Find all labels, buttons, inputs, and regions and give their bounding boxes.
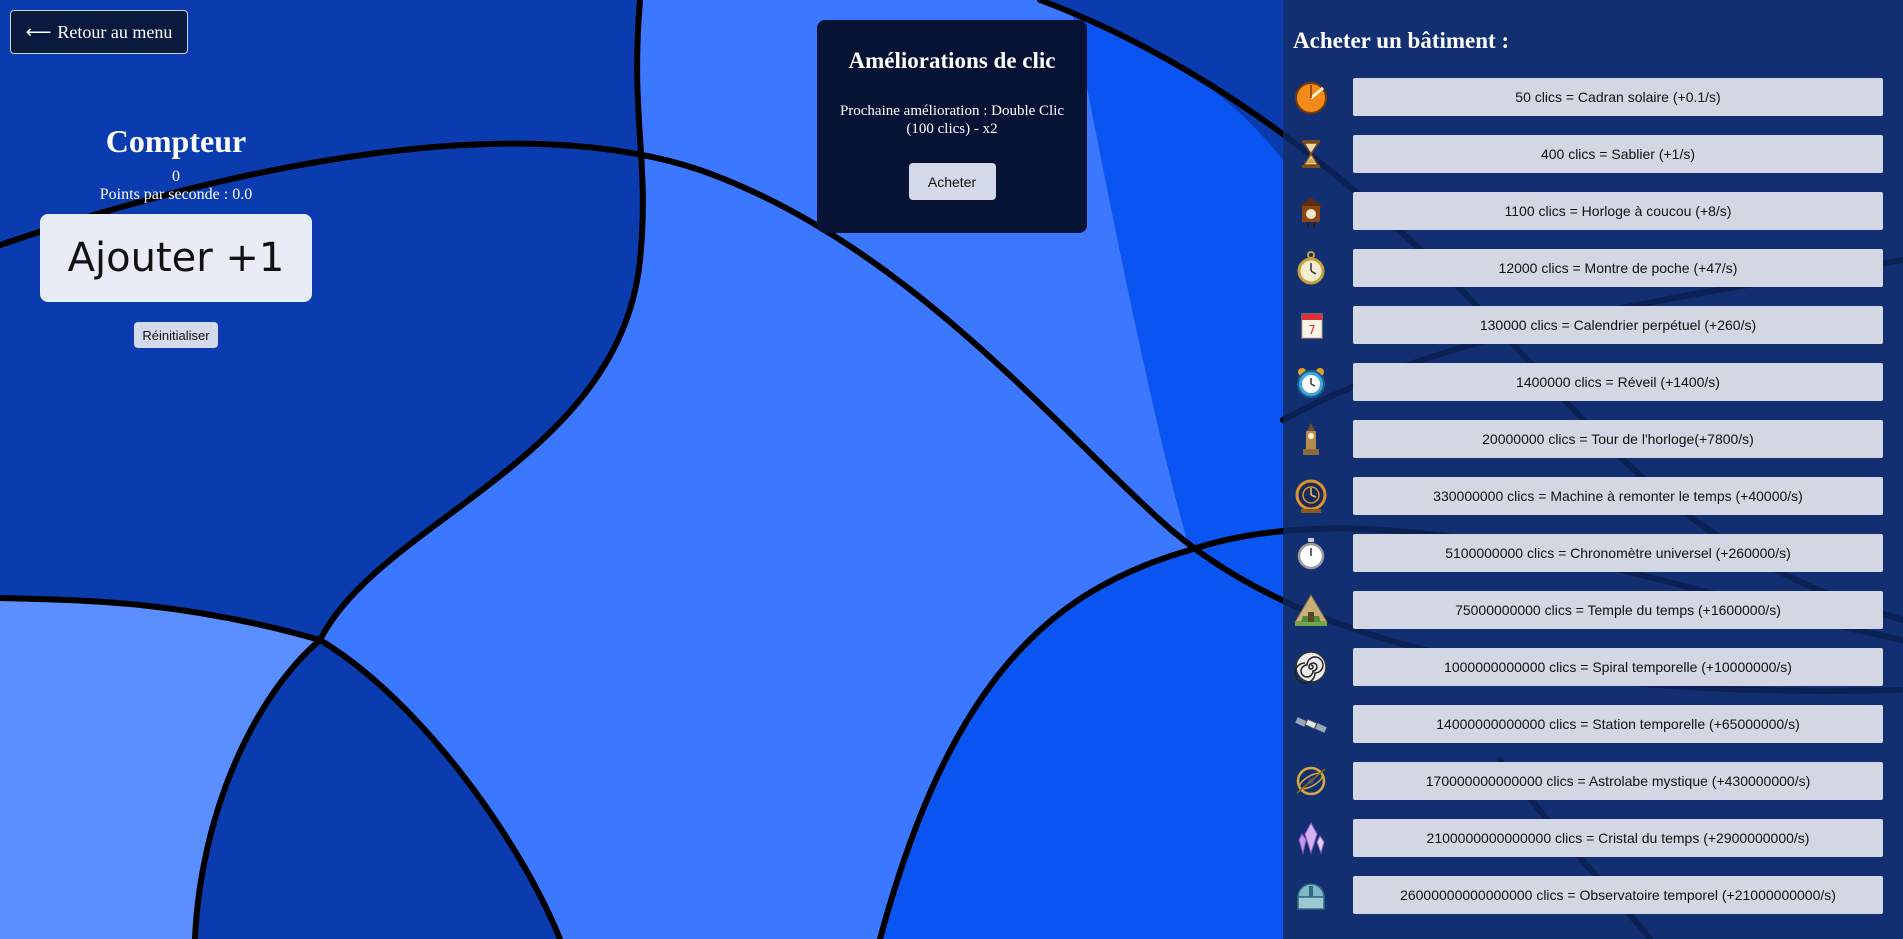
arrow-left-icon: ⟵ <box>25 21 52 43</box>
buy-building-button[interactable]: 5100000000 clics = Chronomètre universel… <box>1353 534 1883 572</box>
calendar-icon: 7 <box>1301 313 1323 339</box>
back-to-menu-label: Retour au menu <box>57 21 173 42</box>
back-to-menu-button[interactable]: ⟵ Retour au menu <box>10 10 188 54</box>
shop-item: 20000000 clics = Tour de l'horloge(+7800… <box>1293 420 1883 458</box>
buy-building-button[interactable]: 75000000000 clics = Temple du temps (+16… <box>1353 591 1883 629</box>
shop-item: 330000000 clics = Machine à remonter le … <box>1293 477 1883 515</box>
counter-title: Compteur <box>105 123 247 159</box>
buy-building-button[interactable]: 1400000 clics = Réveil (+1400/s) <box>1353 363 1883 401</box>
alarm-clock-icon <box>1297 368 1325 398</box>
shop-item: 1000000000000 clics = Spiral temporelle … <box>1293 648 1883 686</box>
click-upgrades-panel: Améliorations de clic Prochaine améliora… <box>817 20 1087 233</box>
sundial-icon <box>1295 82 1327 114</box>
shop-item: 5100000000 clics = Chronomètre universel… <box>1293 534 1883 572</box>
buy-upgrade-button[interactable]: Acheter <box>908 163 996 200</box>
buy-building-button[interactable]: 2100000000000000 clics = Cristal du temp… <box>1353 819 1883 857</box>
astrolabe-icon <box>1296 766 1326 796</box>
shop-item: 170000000000000 clics = Astrolabe mystiq… <box>1293 762 1883 800</box>
shop-item: 50 clics = Cadran solaire (+0.1/s) <box>1293 78 1883 116</box>
shop-item: 75000000000 clics = Temple du temps (+16… <box>1293 591 1883 629</box>
crystal-icon <box>1298 821 1325 855</box>
pocket-watch-icon <box>1297 251 1325 285</box>
buy-building-button[interactable]: 1100 clics = Horloge à coucou (+8/s) <box>1353 192 1883 230</box>
buy-building-button[interactable]: 14000000000000 clics = Station temporell… <box>1353 705 1883 743</box>
buy-building-button[interactable]: 26000000000000000 clics = Observatoire t… <box>1353 876 1883 914</box>
add-point-button[interactable]: Ajouter +1 <box>40 214 312 302</box>
clock-tower-icon <box>1303 423 1319 455</box>
buy-building-button[interactable]: 400 clics = Sablier (+1/s) <box>1353 135 1883 173</box>
observatory-icon <box>1297 883 1325 910</box>
buy-building-button[interactable]: 330000000 clics = Machine à remonter le … <box>1353 477 1883 515</box>
shop-item: 400 clics = Sablier (+1/s) <box>1293 135 1883 173</box>
building-shop-panel: Acheter un bâtiment : 50 clics = Cadran … <box>1283 0 1903 939</box>
shop-item: 14000000000000 clics = Station temporell… <box>1293 705 1883 743</box>
buy-building-button[interactable]: 130000 clics = Calendrier perpétuel (+26… <box>1353 306 1883 344</box>
points-per-second: Points par seconde : 0.0 <box>99 186 253 203</box>
buy-building-button[interactable]: 170000000000000 clics = Astrolabe mystiq… <box>1353 762 1883 800</box>
shop-item: 26000000000000000 clics = Observatoire t… <box>1293 876 1883 914</box>
spiral-icon <box>1294 651 1327 684</box>
buy-building-button[interactable]: 50 clics = Cadran solaire (+0.1/s) <box>1353 78 1883 116</box>
temple-icon <box>1294 594 1328 626</box>
upgrades-title: Améliorations de clic <box>848 48 1056 73</box>
next-upgrade-text: Prochaine amélioration : Double Clic (10… <box>839 103 1065 137</box>
counter-value: 0 <box>172 168 180 185</box>
shop-item: 1400000 clics = Réveil (+1400/s) <box>1293 363 1883 401</box>
hourglass-icon <box>1302 140 1320 168</box>
counter-area: Compteur 0 Points par seconde : 0.0 Ajou… <box>40 118 312 348</box>
shop-item: 7 130000 clics = Calendrier perpétuel (+… <box>1293 306 1883 344</box>
buy-building-button[interactable]: 12000 clics = Montre de poche (+47/s) <box>1353 249 1883 287</box>
svg-text:7: 7 <box>1308 323 1316 337</box>
buy-building-button[interactable]: 1000000000000 clics = Spiral temporelle … <box>1353 648 1883 686</box>
buy-building-button[interactable]: 20000000 clics = Tour de l'horloge(+7800… <box>1353 420 1883 458</box>
shop-item: 1100 clics = Horloge à coucou (+8/s) <box>1293 192 1883 230</box>
reset-button[interactable]: Réinitialiser <box>134 322 218 348</box>
time-machine-icon <box>1295 479 1327 513</box>
shop-item: 12000 clics = Montre de poche (+47/s) <box>1293 249 1883 287</box>
shop-title: Acheter un bâtiment : <box>1293 28 1510 53</box>
space-station-icon <box>1295 717 1327 733</box>
shop-item: 2100000000000000 clics = Cristal du temp… <box>1293 819 1883 857</box>
cuckoo-clock-icon <box>1299 197 1323 228</box>
stopwatch-icon <box>1297 538 1325 570</box>
